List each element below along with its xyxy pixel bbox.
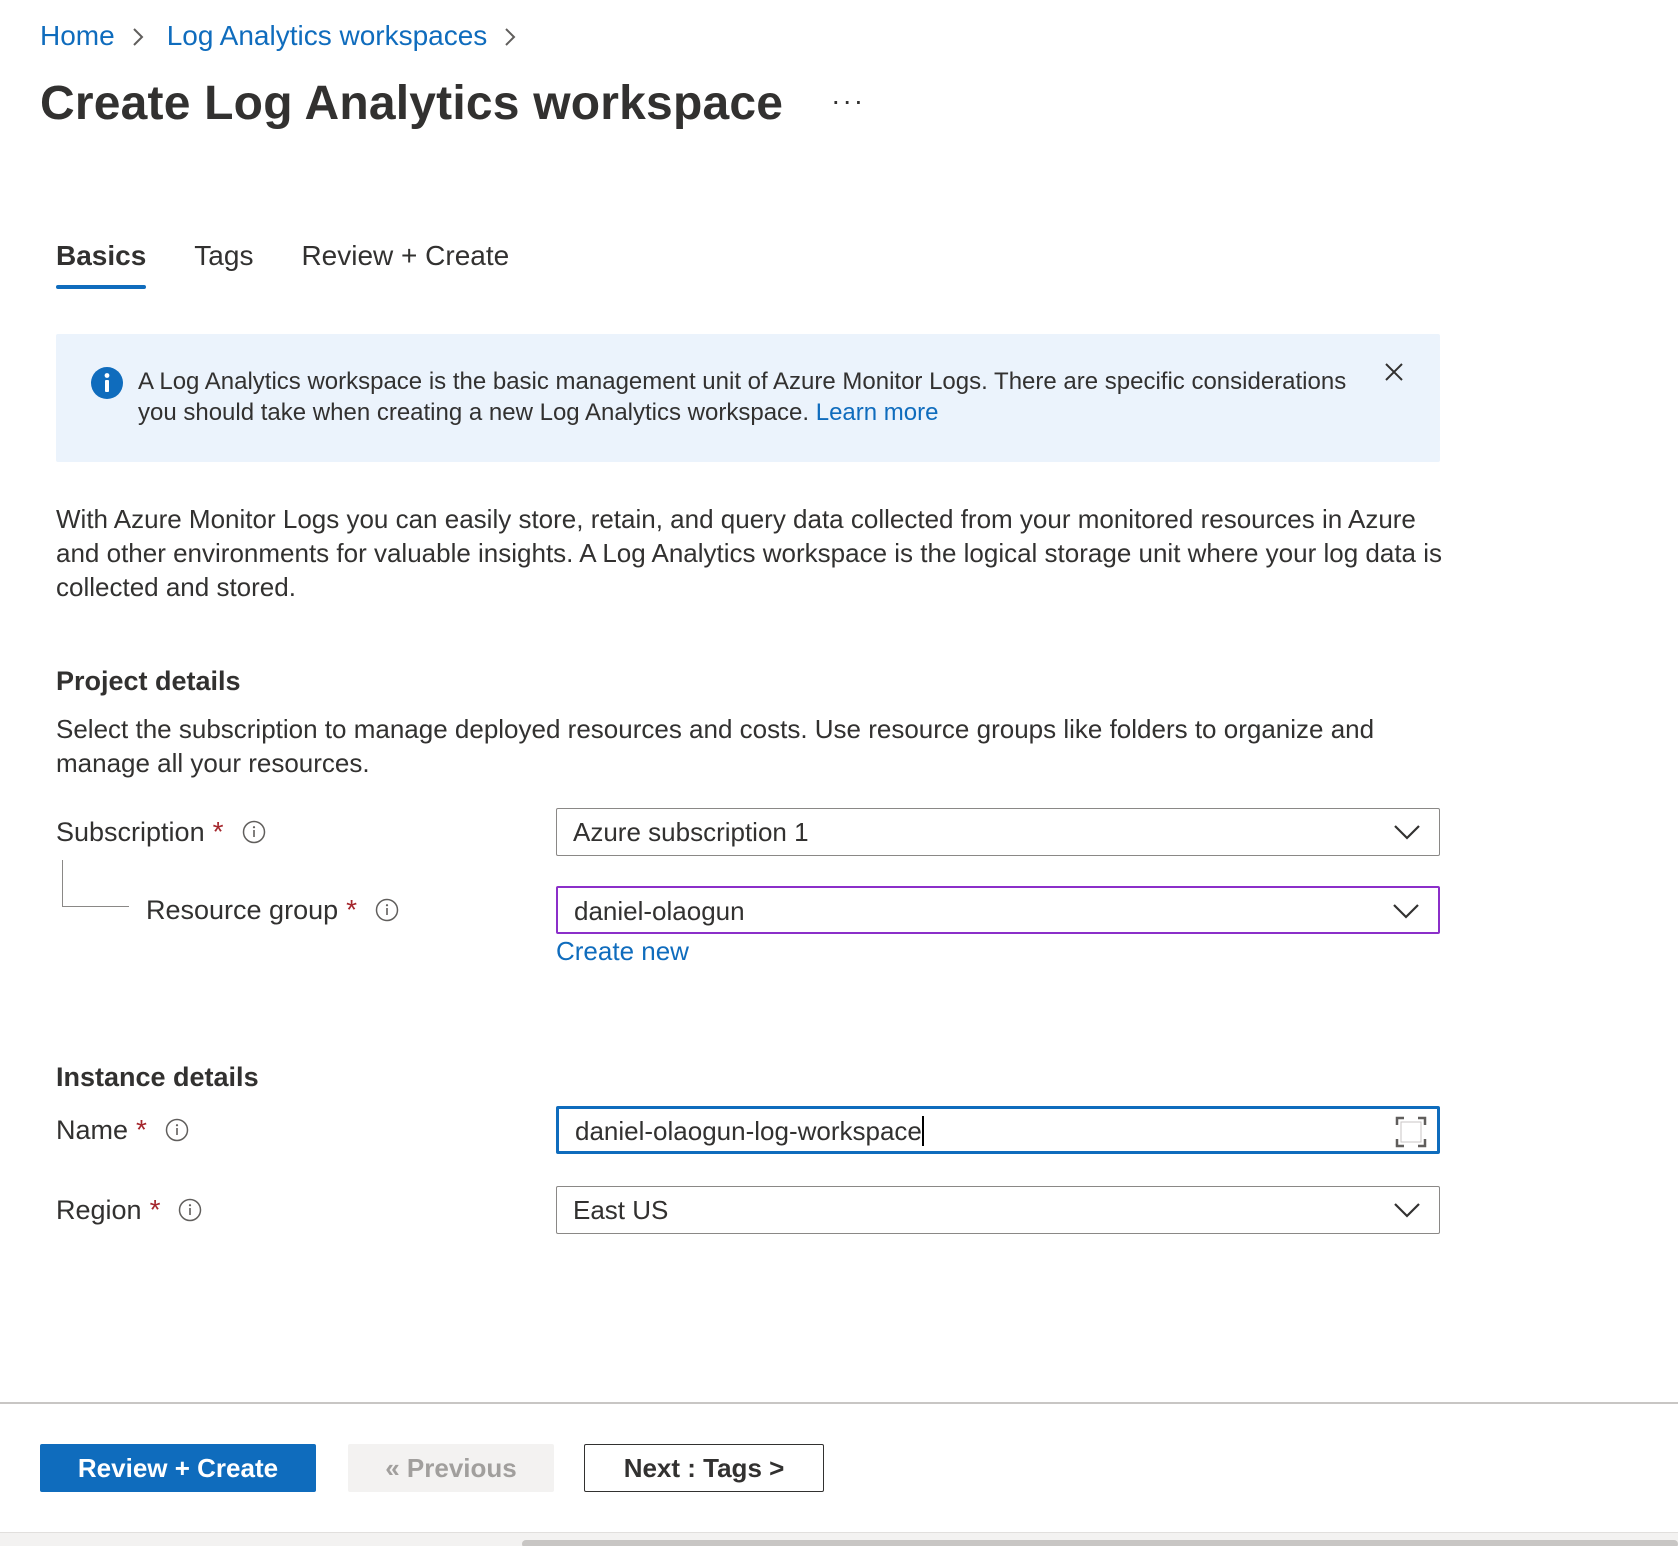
required-asterisk: * bbox=[136, 1114, 147, 1145]
expand-icon[interactable] bbox=[1395, 1116, 1427, 1148]
text-caret bbox=[921, 1116, 924, 1146]
workspace-name-input[interactable]: daniel-olaogun-log-workspace bbox=[556, 1106, 1440, 1154]
chevron-right-icon bbox=[501, 18, 523, 54]
review-create-button[interactable]: Review + Create bbox=[40, 1444, 316, 1492]
info-circle-icon[interactable] bbox=[242, 820, 266, 844]
footer-divider bbox=[0, 1402, 1678, 1404]
next-tags-button[interactable]: Next : Tags > bbox=[584, 1444, 824, 1492]
create-workspace-page: Home Log Analytics workspaces Create Log… bbox=[0, 0, 1678, 1546]
project-details-description: Select the subscription to manage deploy… bbox=[56, 714, 1375, 778]
region-dropdown[interactable]: East US bbox=[556, 1186, 1440, 1234]
name-label: Name * bbox=[56, 1114, 189, 1146]
title-row: Create Log Analytics workspace ··· bbox=[40, 72, 865, 136]
subscription-label-text: Subscription bbox=[56, 816, 205, 847]
tab-basics[interactable]: Basics bbox=[56, 240, 147, 289]
workspace-name-text: daniel-olaogun-log-workspace bbox=[575, 1116, 922, 1146]
chevron-right-icon bbox=[129, 18, 151, 54]
create-new-resource-group-link[interactable]: Create new bbox=[556, 936, 689, 967]
chevron-down-icon bbox=[1394, 825, 1420, 840]
info-circle-icon[interactable] bbox=[165, 1118, 189, 1142]
tab-bar: Basics Tags Review + Create bbox=[56, 240, 557, 289]
subscription-value: Azure subscription 1 bbox=[573, 817, 809, 847]
region-label: Region * bbox=[56, 1194, 202, 1226]
breadcrumb: Home Log Analytics workspaces bbox=[40, 18, 539, 54]
region-value: East US bbox=[573, 1195, 669, 1225]
horizontal-scrollbar-thumb[interactable] bbox=[522, 1540, 1678, 1546]
workspace-name-value: daniel-olaogun-log-workspace bbox=[575, 1116, 924, 1146]
chevron-down-icon bbox=[1394, 1203, 1420, 1218]
intro-text: With Azure Monitor Logs you can easily s… bbox=[56, 504, 1443, 602]
subscription-dropdown[interactable]: Azure subscription 1 bbox=[556, 808, 1440, 856]
required-asterisk: * bbox=[212, 816, 224, 847]
info-banner-text: A Log Analytics workspace is the basic m… bbox=[138, 366, 1378, 428]
chevron-down-icon bbox=[1393, 904, 1419, 919]
instance-details-heading: Instance details bbox=[56, 1062, 259, 1092]
info-banner-message: A Log Analytics workspace is the basic m… bbox=[138, 368, 1347, 426]
name-label-text: Name bbox=[56, 1114, 129, 1145]
tab-tags[interactable]: Tags bbox=[194, 240, 253, 286]
resource-group-dropdown[interactable]: daniel-olaogun bbox=[556, 886, 1440, 934]
learn-more-link[interactable]: Learn more bbox=[816, 399, 939, 426]
more-options-button[interactable]: ··· bbox=[831, 87, 865, 115]
tab-review-create[interactable]: Review + Create bbox=[301, 240, 509, 286]
breadcrumb-workspaces-link[interactable]: Log Analytics workspaces bbox=[167, 18, 488, 54]
resource-group-value: daniel-olaogun bbox=[574, 896, 745, 926]
tree-connector bbox=[62, 860, 129, 907]
subscription-label: Subscription * bbox=[56, 816, 266, 848]
info-circle-icon[interactable] bbox=[178, 1198, 202, 1222]
required-asterisk: * bbox=[149, 1194, 161, 1225]
info-banner: A Log Analytics workspace is the basic m… bbox=[56, 334, 1440, 462]
region-label-text: Region bbox=[56, 1194, 142, 1225]
close-icon[interactable] bbox=[1380, 358, 1408, 386]
page-title: Create Log Analytics workspace bbox=[40, 77, 784, 130]
project-details-heading: Project details bbox=[56, 666, 241, 696]
breadcrumb-home-link[interactable]: Home bbox=[40, 18, 115, 54]
resource-group-label-text: Resource group bbox=[146, 894, 339, 925]
resource-group-label: Resource group * bbox=[146, 894, 399, 926]
required-asterisk: * bbox=[346, 894, 358, 925]
info-icon bbox=[91, 367, 123, 399]
info-circle-icon[interactable] bbox=[375, 898, 399, 922]
previous-button[interactable]: « Previous bbox=[348, 1444, 554, 1492]
